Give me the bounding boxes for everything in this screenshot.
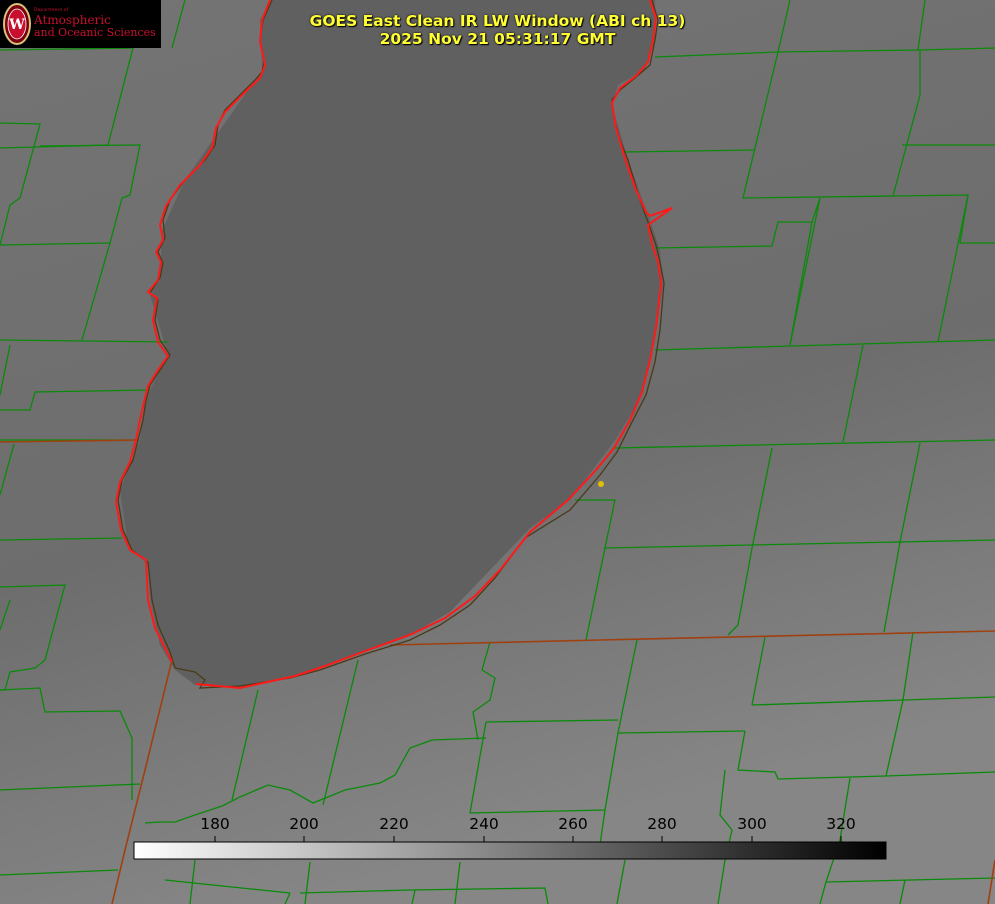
colorbar-tick-label: 180 (200, 815, 230, 833)
logo-line-2: and Oceanic Sciences (34, 26, 156, 39)
colorbar-tick-label: 260 (558, 815, 588, 833)
colorbar-tick-label: 200 (289, 815, 319, 833)
satellite-map (0, 0, 995, 904)
logo-line-1: Atmospheric (34, 13, 111, 27)
colorbar-tick-label: 220 (379, 815, 409, 833)
colorbar-tick-label: 280 (647, 815, 677, 833)
colorbar (133, 841, 887, 860)
uw-crest-icon: W (3, 3, 31, 45)
site-marker (598, 481, 604, 487)
colorbar-tick-label: 300 (737, 815, 767, 833)
colorbar-tick-label: 240 (469, 815, 499, 833)
colorbar-tick-label: 320 (826, 815, 856, 833)
department-logo: W Department of Atmospheric and Oceanic … (0, 0, 161, 48)
svg-text:W: W (8, 17, 25, 33)
